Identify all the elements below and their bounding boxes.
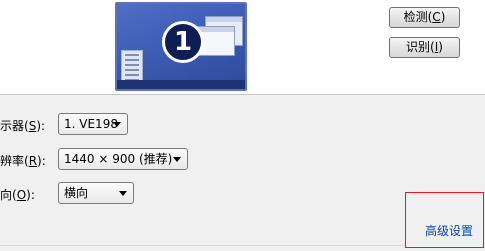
display-label: 示器(S): — [0, 117, 45, 134]
identify-button[interactable]: 识别(I) — [389, 37, 460, 58]
advanced-settings-link[interactable]: 高级设置 — [425, 222, 473, 239]
resolution-label: 辨率(R): — [0, 152, 46, 169]
monitor-thumbnail[interactable]: 1 — [115, 2, 247, 91]
display-select-value: 1. VE198 — [64, 117, 118, 131]
identify-button-label: 识别( — [406, 40, 435, 54]
resolution-label-text: 辨率( — [0, 154, 29, 168]
detect-button-accesskey: C — [432, 10, 441, 24]
orientation-label: 向(O): — [0, 186, 35, 203]
chevron-down-icon — [119, 191, 127, 196]
chevron-down-icon — [113, 122, 121, 127]
start-menu-preview-icon — [121, 50, 143, 82]
taskbar-preview — [117, 80, 245, 89]
display-select[interactable]: 1. VE198 — [58, 113, 128, 135]
detect-button-close: ) — [440, 10, 446, 24]
detect-button-label: 检测( — [403, 10, 433, 24]
monitor-number-badge: 1 — [162, 21, 204, 63]
orientation-label-text: 向( — [0, 188, 17, 202]
divider — [0, 245, 405, 246]
display-label-close: ): — [36, 119, 46, 133]
orientation-label-close: ): — [26, 188, 35, 202]
highlight-annotation-box — [405, 192, 484, 248]
detect-button[interactable]: 检测(C) — [389, 7, 460, 28]
orientation-label-accesskey: O — [16, 188, 27, 202]
orientation-select-value: 横向 — [64, 186, 89, 200]
chevron-down-icon — [173, 157, 181, 162]
orientation-select[interactable]: 横向 — [58, 182, 134, 204]
identify-button-close: ) — [438, 40, 443, 54]
resolution-select-value: 1440 × 900 (推荐) — [64, 152, 173, 166]
resolution-select[interactable]: 1440 × 900 (推荐) — [58, 148, 188, 170]
display-preview-area: 1 检测(C) 识别(I) — [0, 0, 485, 95]
display-label-text: 示器( — [0, 119, 29, 133]
resolution-label-close: ): — [37, 154, 46, 168]
resolution-label-accesskey: R — [28, 154, 38, 168]
